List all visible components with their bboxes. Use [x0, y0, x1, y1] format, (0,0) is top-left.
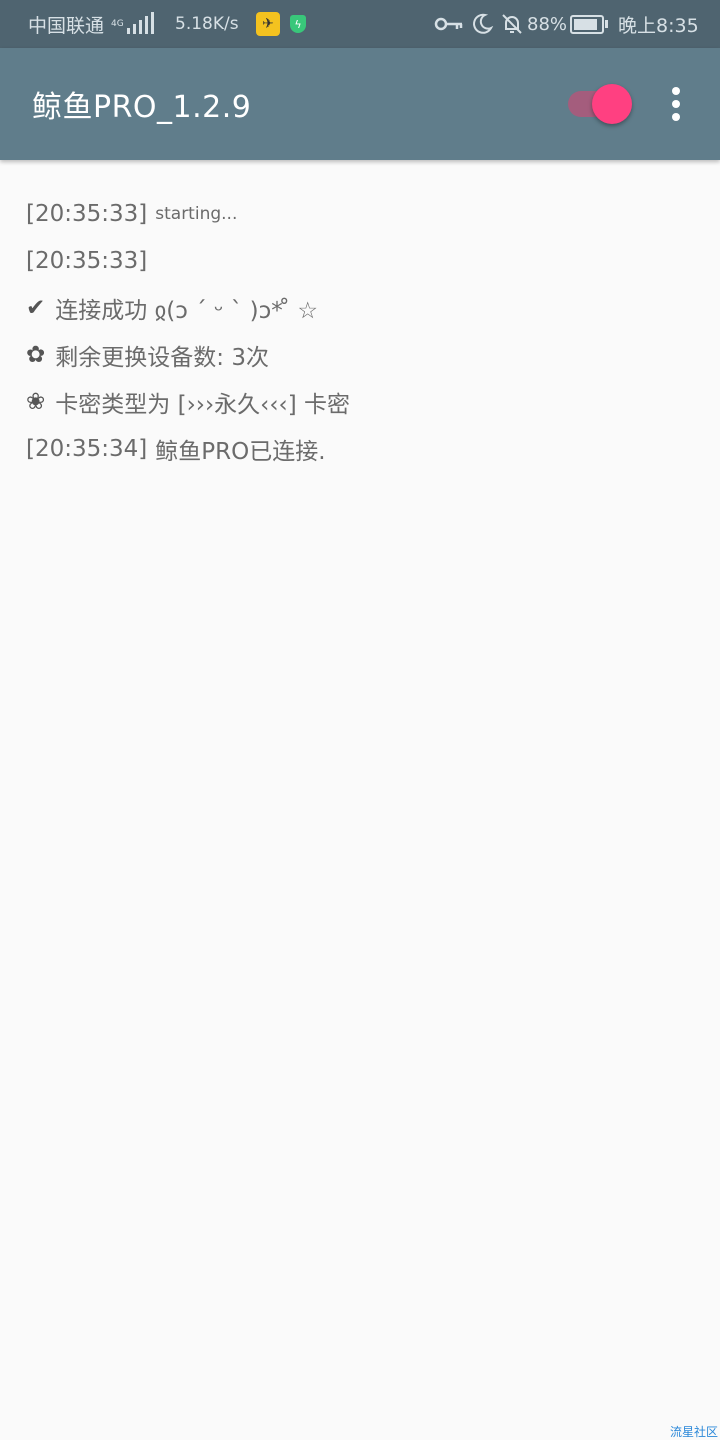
flower-icon: ✿ — [26, 341, 46, 368]
log-text: 连接成功 ჲ(ↄ ˊ ᵕ ˋ )ↄ* ̊ ☆ — [55, 297, 318, 324]
status-clock: 晚上8:35 — [618, 14, 699, 37]
connection-toggle[interactable] — [566, 84, 638, 124]
network-type-label: 4G — [111, 18, 124, 29]
log-line: ✔ 连接成功 ჲ(ↄ ˊ ᵕ ˋ )ↄ* ̊ ☆ — [26, 284, 696, 331]
log-line: [20:35:33] starting... — [26, 190, 696, 237]
shield-icon: ϟ — [290, 0, 306, 48]
app-title: 鲸鱼PRO_1.2.9 — [32, 90, 252, 125]
log-timestamp: [20:35:33] — [26, 247, 148, 274]
log-text: 鲸鱼PRO已连接. — [155, 438, 326, 465]
log-timestamp: [20:35:33] — [26, 200, 148, 227]
app-notification-icon: ✈ — [256, 0, 280, 48]
watermark: 流星社区 — [669, 1425, 718, 1439]
key-icon — [434, 0, 464, 48]
log-line: [20:35:33] — [26, 237, 696, 284]
blossom-icon: ❀ — [26, 388, 46, 415]
toggle-thumb — [592, 84, 632, 124]
log-line: ❀ 卡密类型为 [›››永久‹‹‹] 卡密 — [26, 378, 696, 425]
bell-off-icon — [500, 0, 524, 48]
log-text: 剩余更换设备数: 3次 — [55, 344, 269, 371]
signal-icon — [127, 0, 154, 48]
network-speed: 5.18K/s — [175, 14, 239, 34]
app-bar: 鲸鱼PRO_1.2.9 — [0, 48, 720, 160]
log-line: [20:35:34] 鲸鱼PRO已连接. — [26, 425, 696, 472]
moon-icon — [470, 0, 494, 48]
overflow-menu-icon[interactable] — [660, 84, 692, 124]
log-timestamp: [20:35:34] — [26, 435, 148, 462]
battery-percentage: 88% — [527, 13, 568, 35]
log-line: ✿ 剩余更换设备数: 3次 — [26, 331, 696, 378]
check-icon: ✔ — [26, 294, 46, 321]
carrier-name: 中国联通 — [28, 14, 105, 37]
log-output: [20:35:33] starting... [20:35:33] ✔ 连接成功… — [26, 190, 696, 472]
log-text: starting... — [155, 203, 238, 224]
battery-icon — [570, 0, 608, 48]
log-text: 卡密类型为 [›››永久‹‹‹] 卡密 — [55, 391, 351, 418]
status-bar: 中国联通 4G 5.18K/s ✈ ϟ 88% 晚上8:35 — [0, 0, 720, 48]
